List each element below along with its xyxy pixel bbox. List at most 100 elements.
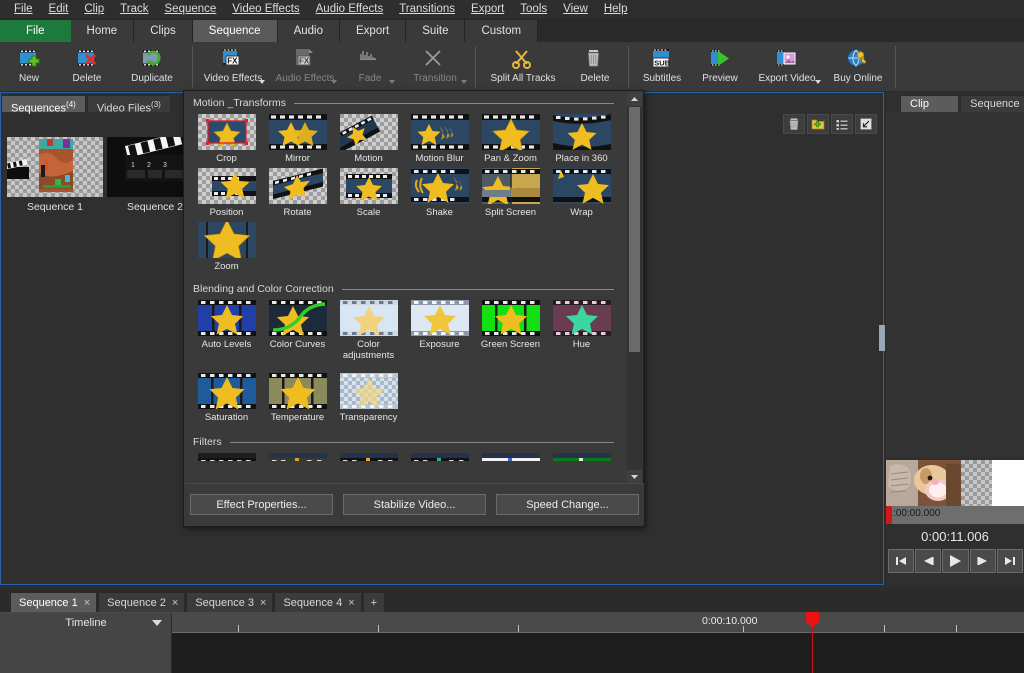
effect-auto-levels[interactable]: Auto Levels	[191, 296, 262, 361]
effect-properties-button[interactable]: Effect Properties...	[190, 494, 333, 515]
menu-item-audio-effects[interactable]: Audio Effects	[308, 2, 392, 16]
effect-place-in-360[interactable]: Place in 360	[546, 110, 617, 164]
menu-item-edit[interactable]: Edit	[41, 2, 77, 16]
ribbon-tab-custom[interactable]: Custom	[465, 20, 538, 42]
preview-button[interactable]: Preview	[691, 44, 749, 90]
effect-temperature[interactable]: Temperature	[262, 369, 333, 423]
effect-wrap[interactable]: Wrap	[546, 164, 617, 218]
effects-scrollbar[interactable]	[627, 92, 642, 484]
skip-start-icon[interactable]	[888, 549, 914, 573]
audio-effects-button[interactable]: FX Audio Effects	[269, 44, 341, 90]
preview-video-area[interactable]	[886, 112, 1024, 457]
fade-button[interactable]: Fade	[341, 44, 399, 90]
timeline-tab-sequence-3[interactable]: Sequence 3 ×	[186, 592, 273, 612]
duplicate-sequence-button[interactable]: Duplicate	[116, 44, 188, 90]
scrollbar-thumb[interactable]	[629, 107, 640, 352]
preview-playhead[interactable]	[886, 506, 892, 524]
play-icon[interactable]	[942, 549, 970, 573]
effect-transparency[interactable]: Transparency	[333, 369, 404, 423]
tab-sequences[interactable]: Sequences(4)	[1, 95, 86, 112]
expand-icon[interactable]	[855, 114, 877, 134]
menu-item-export[interactable]: Export	[463, 2, 512, 16]
filmstrip-empty-frame[interactable]	[961, 460, 1024, 506]
timeline-tracks[interactable]	[172, 634, 1024, 673]
video-effects-button[interactable]: FX Video Effects	[197, 44, 269, 90]
add-sequence-tab-button[interactable]: +	[363, 592, 385, 612]
effect-pan-zoom[interactable]: Pan & Zoom	[475, 110, 546, 164]
filmstrip-frame-thumbnail[interactable]	[886, 460, 961, 506]
effect-filter-partial[interactable]	[191, 449, 262, 461]
menu-item-view[interactable]: View	[555, 2, 596, 16]
ribbon-tab-home[interactable]: Home	[71, 20, 135, 42]
preview-timecode-ruler[interactable]: :00:00.000	[886, 506, 1024, 524]
effect-filter-partial[interactable]	[333, 449, 404, 461]
menu-item-transitions[interactable]: Transitions	[391, 2, 463, 16]
menu-item-file[interactable]: File	[6, 2, 41, 16]
close-icon[interactable]: ×	[172, 593, 178, 613]
effect-exposure[interactable]: Exposure	[404, 296, 475, 361]
effect-filter-partial[interactable]	[475, 449, 546, 461]
effect-color-adjustments[interactable]: Color adjustments	[333, 296, 404, 361]
effect-filter-partial[interactable]	[404, 449, 475, 461]
ribbon-tab-clips[interactable]: Clips	[134, 20, 193, 42]
effect-mirror[interactable]: Mirror	[262, 110, 333, 164]
effect-position[interactable]: Position	[191, 164, 262, 218]
close-icon[interactable]: ×	[260, 593, 266, 613]
subtitles-button[interactable]: SUB Subtitles	[633, 44, 691, 90]
buy-online-button[interactable]: Buy Online	[825, 44, 891, 90]
fade-dropdown-arrow[interactable]	[389, 80, 395, 84]
scroll-up-icon[interactable]	[627, 92, 642, 106]
delete-clip-button[interactable]: Delete	[566, 44, 624, 90]
close-icon[interactable]: ×	[84, 593, 90, 613]
audio-effects-dropdown-arrow[interactable]	[331, 80, 337, 84]
menu-item-video-effects[interactable]: Video Effects	[224, 2, 307, 16]
step-back-icon[interactable]	[915, 549, 941, 573]
ribbon-tab-audio[interactable]: Audio	[278, 20, 340, 42]
transition-dropdown-arrow[interactable]	[461, 80, 467, 84]
list-item[interactable]: Sequence 1	[5, 137, 105, 213]
video-effects-dropdown-arrow[interactable]	[259, 80, 265, 84]
ribbon-tab-export[interactable]: Export	[340, 20, 406, 42]
tab-clip-preview[interactable]: Clip Preview	[900, 95, 959, 112]
timeline-tab-sequence-1[interactable]: Sequence 1 ×	[10, 592, 97, 612]
effect-split-screen[interactable]: Split Screen	[475, 164, 546, 218]
menu-item-sequence[interactable]: Sequence	[157, 2, 225, 16]
effect-crop[interactable]: Crop	[191, 110, 262, 164]
close-icon[interactable]: ×	[348, 593, 354, 613]
effect-scale[interactable]: Scale	[333, 164, 404, 218]
speed-change-button[interactable]: Speed Change...	[496, 494, 639, 515]
step-forward-icon[interactable]	[970, 549, 996, 573]
menu-item-tools[interactable]: Tools	[512, 2, 555, 16]
preview-filmstrip[interactable]	[886, 460, 1024, 506]
skip-end-icon[interactable]	[997, 549, 1023, 573]
tab-sequence-preview[interactable]: Sequence	[960, 95, 1024, 112]
tab-video-files[interactable]: Video Files(3)	[87, 95, 171, 112]
effect-motion[interactable]: Motion	[333, 110, 404, 164]
transition-button[interactable]: Transition	[399, 44, 471, 90]
effect-hue[interactable]: Hue	[546, 296, 617, 361]
ribbon-tab-suite[interactable]: Suite	[406, 20, 465, 42]
timeline-tab-sequence-4[interactable]: Sequence 4 ×	[274, 592, 361, 612]
stabilize-video-button[interactable]: Stabilize Video...	[343, 494, 486, 515]
split-all-tracks-button[interactable]: Split All Tracks	[480, 44, 566, 90]
effect-motion-blur[interactable]: Motion Blur	[404, 110, 475, 164]
sequence-thumbnail[interactable]	[7, 137, 103, 197]
scroll-down-icon[interactable]	[627, 470, 642, 484]
export-video-dropdown-arrow[interactable]	[815, 80, 821, 84]
ribbon-tab-sequence[interactable]: Sequence	[193, 20, 278, 42]
list-view-icon[interactable]	[831, 114, 853, 134]
effect-saturation[interactable]: Saturation	[191, 369, 262, 423]
export-video-button[interactable]: Export Video	[749, 44, 825, 90]
effect-color-curves[interactable]: Color Curves	[262, 296, 333, 361]
timeline-ruler[interactable]: 0:00:10.000	[172, 613, 1024, 633]
ribbon-tab-file[interactable]: File	[0, 20, 71, 42]
timeline-tab-sequence-2[interactable]: Sequence 2 ×	[98, 592, 185, 612]
chevron-down-icon[interactable]	[152, 620, 162, 626]
effect-filter-partial[interactable]	[262, 449, 333, 461]
timeline-mode-selector[interactable]: Timeline	[0, 613, 172, 633]
new-sequence-button[interactable]: New	[0, 44, 58, 90]
effect-rotate[interactable]: Rotate	[262, 164, 333, 218]
delete-sequence-button[interactable]: Delete	[58, 44, 116, 90]
menu-item-track[interactable]: Track	[112, 2, 156, 16]
menu-item-clip[interactable]: Clip	[76, 2, 112, 16]
